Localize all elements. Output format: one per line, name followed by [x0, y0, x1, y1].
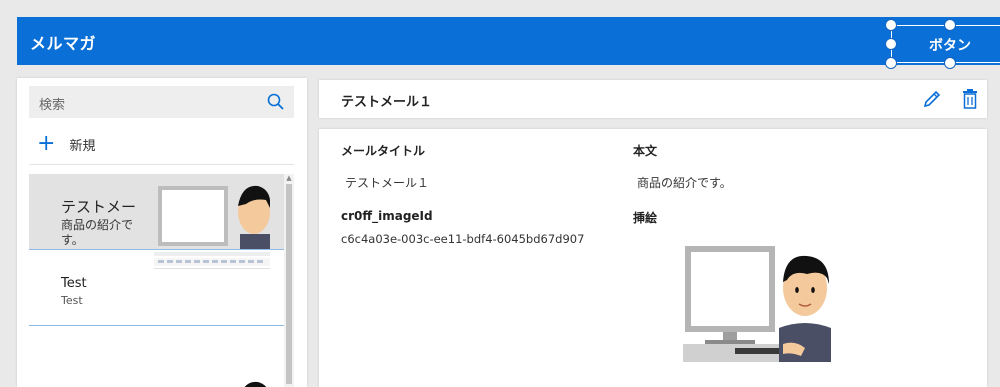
trash-icon[interactable]: [960, 88, 980, 110]
illustration-label: 挿絵: [633, 211, 658, 225]
divider: [29, 164, 294, 165]
search-icon[interactable]: [266, 92, 286, 112]
scroll-up-icon[interactable]: ▲: [284, 174, 294, 182]
body-label: 本文: [633, 144, 658, 158]
list-item-subtitle: Test: [61, 294, 83, 307]
person-at-computer-illustration: [158, 185, 270, 250]
gallery-panel: 検索 + 新規 テストメー 商品の紹介で す。 Test Test ▲: [17, 78, 307, 387]
selection-handle-bm[interactable]: [944, 57, 956, 69]
plus-icon: +: [37, 131, 56, 156]
list-item-subtitle-cont: す。: [61, 233, 84, 247]
search-input[interactable]: 検索: [29, 86, 294, 118]
list-item-image: [154, 374, 270, 387]
selection-handle-tl[interactable]: [885, 19, 897, 31]
new-item-label: 新規: [69, 138, 96, 154]
image-id-value: c6c4a03e-003c-ee11-bdf4-6045bd67d907: [341, 232, 585, 246]
selection-handle-ml[interactable]: [885, 38, 897, 50]
selection-handle-tm[interactable]: [944, 19, 956, 31]
image-id-label: cr0ff_imageId: [341, 209, 433, 223]
mail-title-value: テストメール１: [345, 176, 430, 190]
gallery-scrollbar[interactable]: ▲: [284, 174, 294, 387]
pencil-icon[interactable]: [921, 88, 943, 110]
body-value: 商品の紹介です。: [637, 176, 732, 190]
app-title: メルマガ: [30, 34, 97, 53]
detail-form: メールタイトル テストメール１ 本文 商品の紹介です。 cr0ff_imageI…: [319, 129, 987, 387]
list-item[interactable]: [29, 326, 284, 387]
mail-title-label: メールタイトル: [341, 144, 426, 158]
detail-header: テストメール１: [319, 80, 987, 118]
detail-title: テストメール１: [341, 95, 433, 110]
person-at-computer-illustration: [244, 381, 267, 387]
person-at-computer-illustration: [683, 244, 831, 362]
new-item-button[interactable]: + 新規: [37, 132, 95, 156]
list-item[interactable]: Test Test: [29, 250, 284, 366]
list-item-image: [154, 174, 270, 250]
gallery-list[interactable]: テストメー 商品の紹介で す。 Test Test: [29, 174, 284, 387]
app-header: メルマガ ボタン: [17, 17, 1000, 69]
scrollbar-thumb[interactable]: [286, 184, 292, 384]
list-item[interactable]: テストメー 商品の紹介で す。: [29, 174, 284, 250]
header-button-label: ボタン: [929, 38, 971, 54]
search-placeholder: 検索: [39, 98, 66, 113]
list-item-title: テストメー: [61, 198, 137, 216]
list-item-title: Test: [61, 276, 87, 291]
selection-handle-bl[interactable]: [885, 57, 897, 69]
